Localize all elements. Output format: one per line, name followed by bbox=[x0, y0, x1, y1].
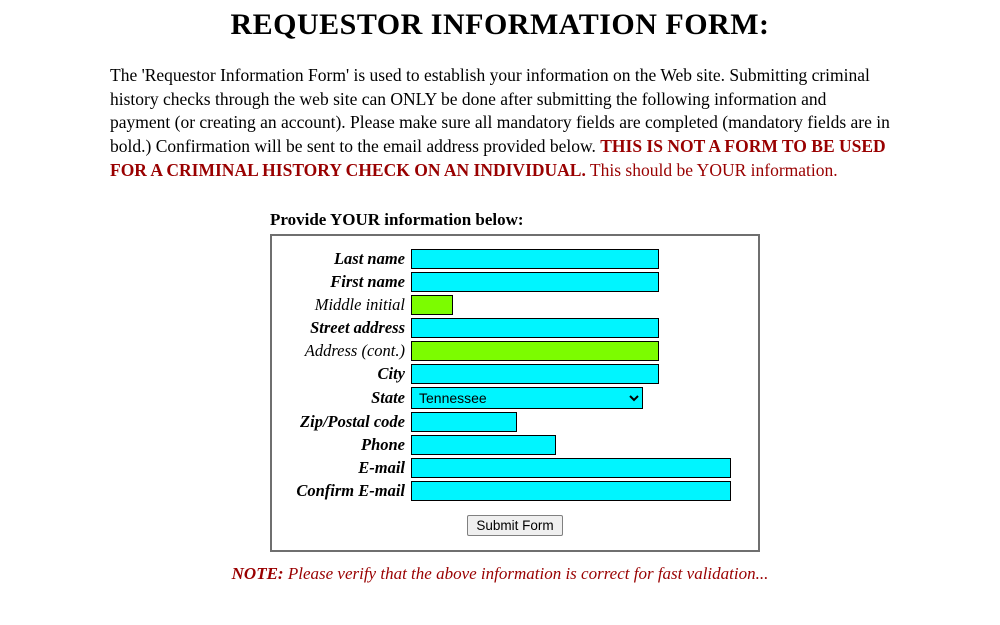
label-last-name: Last name bbox=[280, 249, 411, 269]
label-confirm-email: Confirm E-mail bbox=[280, 481, 411, 501]
input-middle-initial[interactable] bbox=[411, 295, 453, 315]
intro-trailing: This should be YOUR information. bbox=[590, 160, 838, 180]
label-first-name: First name bbox=[280, 272, 411, 292]
input-last-name[interactable] bbox=[411, 249, 659, 269]
intro-paragraph: The 'Requestor Information Form' is used… bbox=[110, 64, 890, 182]
label-state: State bbox=[280, 388, 411, 408]
select-state[interactable]: Tennessee bbox=[411, 387, 643, 409]
page-title: REQUESTOR INFORMATION FORM: bbox=[110, 8, 890, 42]
input-zip[interactable] bbox=[411, 412, 517, 432]
label-middle-initial: Middle initial bbox=[280, 295, 411, 315]
input-street-address[interactable] bbox=[411, 318, 659, 338]
label-zip: Zip/Postal code bbox=[280, 412, 411, 432]
form-heading: Provide YOUR information below: bbox=[270, 210, 890, 230]
submit-button[interactable]: Submit Form bbox=[467, 515, 562, 536]
note-text: Please verify that the above information… bbox=[284, 564, 769, 583]
label-address-cont: Address (cont.) bbox=[280, 341, 411, 361]
input-city[interactable] bbox=[411, 364, 659, 384]
label-email: E-mail bbox=[280, 458, 411, 478]
input-email[interactable] bbox=[411, 458, 731, 478]
label-phone: Phone bbox=[280, 435, 411, 455]
form-box: Last name First name Middle initial Stre… bbox=[270, 234, 760, 552]
note-prefix: NOTE: bbox=[232, 564, 284, 583]
label-street-address: Street address bbox=[280, 318, 411, 338]
input-phone[interactable] bbox=[411, 435, 556, 455]
input-address-cont[interactable] bbox=[411, 341, 659, 361]
note-line: NOTE: Please verify that the above infor… bbox=[110, 564, 890, 584]
input-first-name[interactable] bbox=[411, 272, 659, 292]
label-city: City bbox=[280, 364, 411, 384]
input-confirm-email[interactable] bbox=[411, 481, 731, 501]
